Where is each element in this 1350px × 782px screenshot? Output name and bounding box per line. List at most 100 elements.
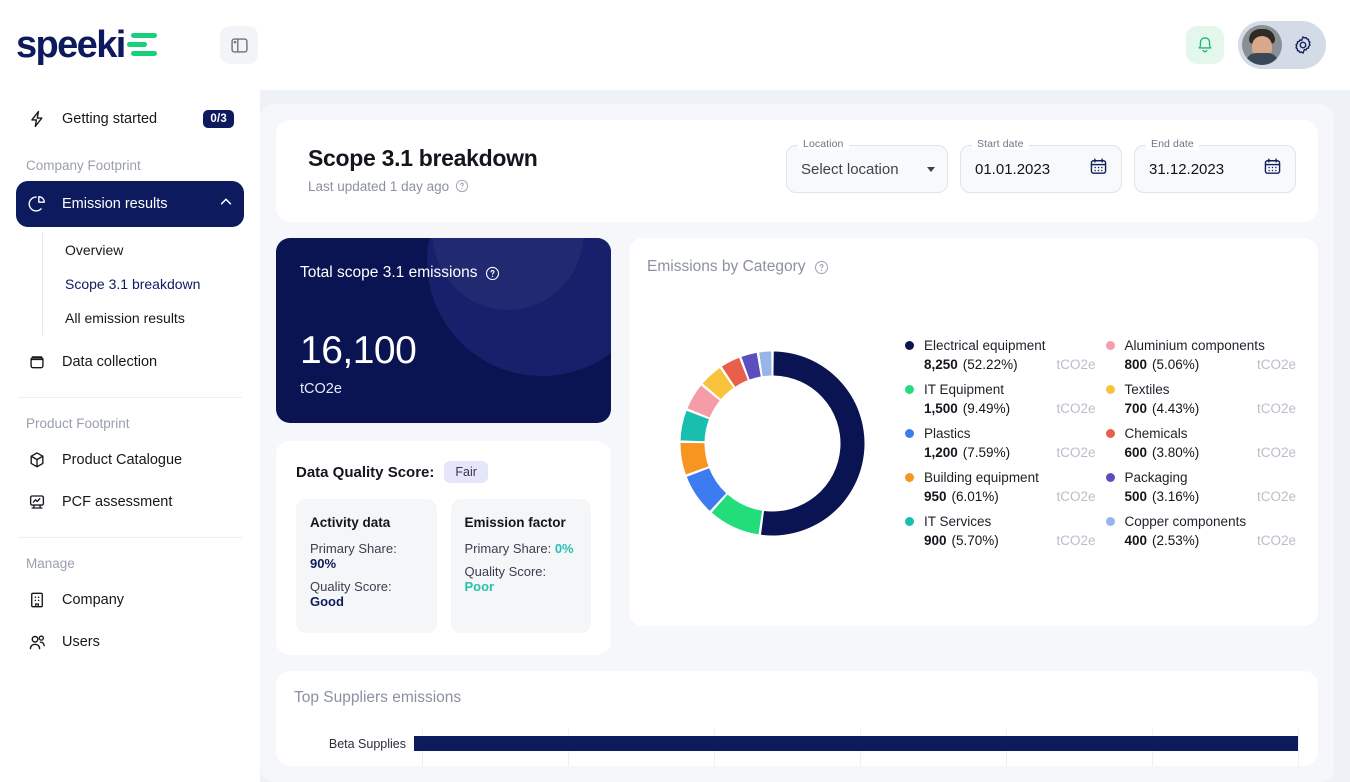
sidebar-item-label: Users — [62, 634, 100, 650]
legend-color-dot — [905, 473, 914, 482]
legend-unit: tCO2e — [1245, 445, 1296, 460]
legend-value: 800 — [1125, 357, 1148, 372]
sidebar-subitem-scope-31-breakdown[interactable]: Scope 3.1 breakdown — [43, 267, 244, 301]
emission-primary-share-value: 0% — [555, 541, 574, 556]
legend-values: 1,500(9.49%)tCO2e — [924, 401, 1096, 416]
emission-quality-score: Quality Score: Poor — [465, 564, 578, 594]
supplier-track — [414, 729, 1298, 759]
legend-item[interactable]: Building equipment950(6.01%)tCO2e — [905, 470, 1096, 504]
sidebar-item-label: Emission results — [62, 196, 168, 212]
sidebar-item-pcf-assessment[interactable]: PCF assessment — [16, 481, 244, 523]
sidebar-item-users[interactable]: Users — [16, 621, 244, 663]
question-circle-icon[interactable] — [814, 260, 829, 275]
legend-unit: tCO2e — [1245, 357, 1296, 372]
end-date-value: 31.12.2023 — [1149, 161, 1224, 178]
sidebar-item-getting-started[interactable]: Getting started 0/3 — [16, 98, 244, 140]
donut-segment[interactable] — [759, 351, 771, 376]
sidebar-section-company-footprint: Company Footprint — [16, 158, 244, 173]
top-suppliers-title: Top Suppliers emissions — [294, 689, 1298, 707]
legend-values: 700(4.43%)tCO2e — [1125, 401, 1297, 416]
legend-color-dot — [1106, 341, 1115, 350]
panel-toggle-button[interactable] — [220, 26, 258, 64]
chevron-down-icon[interactable] — [927, 167, 935, 172]
legend-item[interactable]: Textiles 700(4.43%)tCO2e — [1106, 382, 1297, 416]
calendar-icon[interactable] — [1262, 156, 1283, 182]
legend-item[interactable]: IT Equipment1,500(9.49%)tCO2e — [905, 382, 1096, 416]
lightning-icon — [26, 108, 48, 130]
legend-unit: tCO2e — [1245, 533, 1296, 548]
chevron-up-icon[interactable] — [218, 194, 234, 214]
legend-item[interactable]: Plastics1,200(7.59%)tCO2e — [905, 426, 1096, 460]
legend-values: 500(3.16%)tCO2e — [1125, 489, 1297, 504]
legend-unit: tCO2e — [1245, 489, 1296, 504]
suppliers-bar-chart: Beta SuppliesWindFlowServerSolutions — [294, 729, 1298, 766]
data-quality-title: Data Quality Score: — [296, 464, 434, 481]
account-menu[interactable] — [1238, 21, 1326, 69]
legend-unit: tCO2e — [1245, 401, 1296, 416]
legend-unit: tCO2e — [1044, 445, 1095, 460]
legend-item[interactable]: Packaging500(3.16%)tCO2e — [1106, 470, 1297, 504]
legend-values: 8,250(52.22%)tCO2e — [924, 357, 1096, 372]
pie-chart-icon — [26, 193, 48, 215]
calendar-icon[interactable] — [1088, 156, 1109, 182]
legend-color-dot — [1106, 429, 1115, 438]
brand-name: speeki — [16, 26, 125, 64]
legend-value: 400 — [1125, 533, 1148, 548]
legend-percent: (7.59%) — [963, 445, 1010, 460]
legend-item[interactable]: Copper components400(2.53%)tCO2e — [1106, 514, 1297, 548]
users-icon — [26, 631, 48, 653]
activity-primary-share-value: 90% — [310, 556, 336, 571]
end-date-field[interactable]: End date 31.12.2023 — [1134, 145, 1296, 193]
legend-label: Copper components — [1125, 514, 1247, 529]
legend-item[interactable]: Aluminium components800(5.06%)tCO2e — [1106, 338, 1297, 372]
legend-values: 1,200(7.59%)tCO2e — [924, 445, 1096, 460]
cube-icon — [26, 449, 48, 471]
legend-unit: tCO2e — [1044, 401, 1095, 416]
legend-percent: (3.16%) — [1152, 489, 1199, 504]
start-date-value: 01.01.2023 — [975, 161, 1050, 178]
sidebar-item-label: PCF assessment — [62, 494, 172, 510]
start-date-label: Start date — [972, 138, 1029, 150]
top-bar: speeki — [0, 0, 1350, 90]
top-suppliers-card: Top Suppliers emissions Beta SuppliesWin… — [276, 671, 1318, 766]
sidebar-item-data-collection[interactable]: Data collection — [16, 341, 244, 383]
gear-icon[interactable] — [1292, 34, 1314, 56]
sidebar-subitem-overview[interactable]: Overview — [43, 233, 244, 267]
sidebar-item-label: Company — [62, 592, 124, 608]
legend-item[interactable]: Chemicals600(3.80%)tCO2e — [1106, 426, 1297, 460]
location-select[interactable]: Location Select location — [786, 145, 948, 193]
legend-value: 700 — [1125, 401, 1148, 416]
legend-percent: (5.70%) — [952, 533, 999, 548]
legend-color-dot — [905, 429, 914, 438]
sidebar: Getting started 0/3 Company Footprint Em… — [0, 90, 260, 782]
legend-column-right: Aluminium components800(5.06%)tCO2e Texti… — [1106, 338, 1297, 548]
activity-data-box: Activity data Primary Share: 90% Quality… — [296, 499, 437, 633]
legend-label: IT Services — [924, 514, 991, 529]
supplier-bar[interactable] — [414, 736, 1298, 751]
sidebar-section-manage: Manage — [16, 556, 244, 571]
question-circle-icon[interactable] — [455, 179, 469, 193]
location-label: Location — [798, 138, 849, 150]
donut-segment[interactable] — [761, 351, 864, 535]
activity-primary-share-label: Primary Share: — [310, 541, 397, 556]
sidebar-item-emission-results[interactable]: Emission results — [16, 181, 244, 227]
last-updated-text: Last updated 1 day ago — [308, 179, 449, 194]
question-circle-icon[interactable] — [485, 266, 500, 281]
donut-segment[interactable] — [680, 442, 708, 474]
legend-item[interactable]: Electrical equipment8,250(52.22%)tCO2e — [905, 338, 1096, 372]
emission-primary-share-label: Primary Share: — [465, 541, 552, 556]
sidebar-divider-1 — [18, 397, 242, 398]
legend-item[interactable]: IT Services900(5.70%)tCO2e — [905, 514, 1096, 548]
sidebar-subitem-all-emission-results[interactable]: All emission results — [43, 301, 244, 335]
notifications-button[interactable] — [1186, 26, 1224, 64]
sidebar-item-product-catalogue[interactable]: Product Catalogue — [16, 439, 244, 481]
sidebar-divider-2 — [18, 537, 242, 538]
sidebar-item-company[interactable]: Company — [16, 579, 244, 621]
start-date-field[interactable]: Start date 01.01.2023 — [960, 145, 1122, 193]
brand-logo[interactable]: speeki — [16, 26, 196, 64]
legend-label-row: Plastics — [905, 426, 1096, 441]
legend-color-dot — [905, 341, 914, 350]
legend-label: Textiles — [1125, 382, 1170, 397]
total-emissions-label: Total scope 3.1 emissions — [300, 264, 587, 282]
legend-color-dot — [1106, 385, 1115, 394]
